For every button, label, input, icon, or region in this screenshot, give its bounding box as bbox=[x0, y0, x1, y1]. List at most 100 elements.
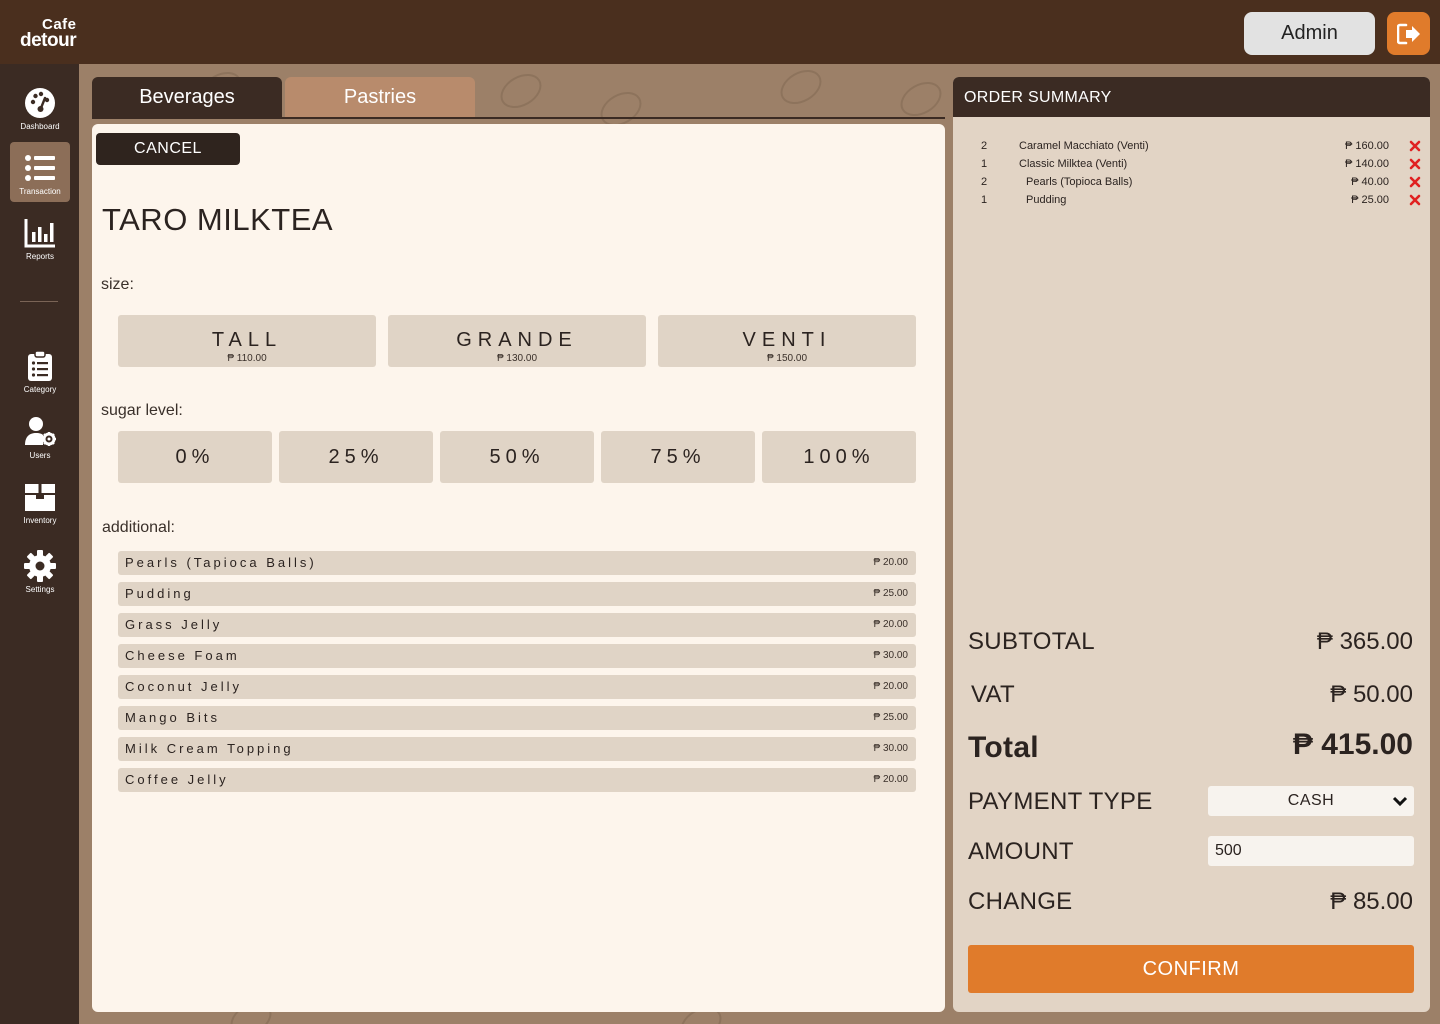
user-gear-icon bbox=[25, 417, 56, 446]
payment-type-select[interactable]: CASH bbox=[1208, 786, 1414, 816]
remove-icon[interactable] bbox=[1409, 176, 1421, 188]
addon-item[interactable]: Grass Jelly ₱ 20.00 bbox=[118, 613, 916, 637]
addon-name: Pearls (Tapioca Balls) bbox=[125, 555, 317, 570]
addon-price: ₱ 20.00 bbox=[873, 557, 908, 568]
size-name: VENTI bbox=[742, 329, 832, 351]
amount-input[interactable] bbox=[1208, 836, 1414, 866]
addon-item[interactable]: Coffee Jelly ₱ 20.00 bbox=[118, 768, 916, 792]
gear-icon bbox=[24, 550, 56, 582]
remove-icon[interactable] bbox=[1409, 194, 1421, 206]
remove-icon[interactable] bbox=[1409, 140, 1421, 152]
size-price: ₱ 110.00 bbox=[227, 353, 267, 364]
subtotal-label: SUBTOTAL bbox=[968, 628, 1095, 655]
top-bar: Cafe detour Admin bbox=[0, 0, 1440, 64]
sidebar-item-users[interactable]: Users bbox=[10, 406, 70, 466]
sidebar-item-transaction[interactable]: Transaction bbox=[10, 142, 70, 202]
bar-chart-icon bbox=[24, 219, 55, 248]
size-option-venti[interactable]: VENTI ₱ 150.00 bbox=[658, 315, 916, 367]
product-title: TARO MILKTEA bbox=[102, 202, 334, 237]
order-line-item: 2 Pearls (Topioca Balls) ₱ 40.00 bbox=[953, 176, 1430, 194]
vat-value: ₱ 50.00 bbox=[1330, 681, 1413, 708]
addon-price: ₱ 20.00 bbox=[873, 619, 908, 630]
order-name: Classic Milktea (Venti) bbox=[1019, 158, 1128, 170]
addon-name: Coffee Jelly bbox=[125, 772, 229, 787]
addon-item[interactable]: Cheese Foam ₱ 30.00 bbox=[118, 644, 916, 668]
sugar-option-0[interactable]: 0% bbox=[118, 431, 272, 483]
vat-label: VAT bbox=[971, 681, 1016, 708]
order-summary-panel: ORDER SUMMARY 2 Caramel Macchiato (Venti… bbox=[953, 77, 1430, 1012]
subtotal-value: ₱ 365.00 bbox=[1316, 628, 1413, 655]
tab-underline bbox=[92, 117, 945, 119]
addon-name: Pudding bbox=[125, 586, 194, 601]
size-option-tall[interactable]: TALL ₱ 110.00 bbox=[118, 315, 376, 367]
addon-price: ₱ 20.00 bbox=[873, 681, 908, 692]
addon-price: ₱ 20.00 bbox=[873, 774, 908, 785]
payment-type-value: CASH bbox=[1287, 792, 1335, 809]
cancel-button[interactable]: CANCEL bbox=[96, 133, 240, 165]
order-line-item: 1 Pudding ₱ 25.00 bbox=[953, 194, 1430, 212]
order-name: Pudding bbox=[1026, 194, 1067, 206]
bean-decoration bbox=[494, 67, 548, 115]
order-price: ₱ 25.00 bbox=[1351, 194, 1389, 206]
sidebar-item-settings[interactable]: Settings bbox=[10, 540, 70, 600]
sidebar-item-dashboard[interactable]: Dashboard bbox=[10, 77, 70, 137]
sidebar-item-reports[interactable]: Reports bbox=[10, 207, 70, 267]
addon-item[interactable]: Milk Cream Topping ₱ 30.00 bbox=[118, 737, 916, 761]
dashboard-icon bbox=[25, 88, 55, 118]
order-price: ₱ 40.00 bbox=[1351, 176, 1389, 188]
sidebar-label-inventory: Inventory bbox=[23, 516, 57, 525]
order-price: ₱ 140.00 bbox=[1344, 158, 1389, 170]
order-line-item: 2 Caramel Macchiato (Venti) ₱ 160.00 bbox=[953, 140, 1430, 158]
box-icon bbox=[25, 484, 55, 511]
order-qty: 1 bbox=[981, 194, 988, 206]
remove-icon[interactable] bbox=[1409, 158, 1421, 170]
sugar-option-50[interactable]: 50% bbox=[440, 431, 594, 483]
confirm-button[interactable]: CONFIRM bbox=[968, 945, 1414, 993]
order-line-item: 1 Classic Milktea (Venti) ₱ 140.00 bbox=[953, 158, 1430, 176]
order-summary-title: ORDER SUMMARY bbox=[953, 77, 1430, 117]
sugar-option-100[interactable]: 100% bbox=[762, 431, 916, 483]
order-qty: 2 bbox=[981, 140, 988, 152]
addon-name: Milk Cream Topping bbox=[125, 741, 294, 756]
sidebar-label-category: Category bbox=[23, 385, 57, 394]
change-label: CHANGE bbox=[968, 888, 1073, 915]
sugar-option-75[interactable]: 75% bbox=[601, 431, 755, 483]
addon-price: ₱ 30.00 bbox=[873, 650, 908, 661]
sidebar-item-category[interactable]: Category bbox=[10, 340, 70, 400]
product-options-panel: CANCEL TARO MILKTEA size: TALL ₱ 110.00 … bbox=[92, 124, 945, 1012]
addon-item[interactable]: Pearls (Tapioca Balls) ₱ 20.00 bbox=[118, 551, 916, 575]
additional-label: additional: bbox=[102, 519, 175, 536]
bean-decoration bbox=[894, 75, 948, 123]
tab-pastries[interactable]: Pastries bbox=[285, 77, 475, 117]
order-qty: 2 bbox=[981, 176, 988, 188]
cafe-detour-logo[interactable]: Cafe detour bbox=[18, 14, 94, 54]
addon-item[interactable]: Mango Bits ₱ 25.00 bbox=[118, 706, 916, 730]
bean-decoration bbox=[774, 64, 828, 111]
order-name: Pearls (Topioca Balls) bbox=[1026, 176, 1133, 188]
admin-button[interactable]: Admin bbox=[1244, 12, 1375, 55]
logo-line-2: detour bbox=[20, 30, 77, 51]
addon-name: Mango Bits bbox=[125, 710, 221, 725]
sidebar-label-transaction: Transaction bbox=[19, 187, 61, 196]
payment-type-label: PAYMENT TYPE bbox=[968, 788, 1153, 815]
addon-name: Grass Jelly bbox=[125, 617, 223, 632]
order-name: Caramel Macchiato (Venti) bbox=[1019, 140, 1149, 152]
logout-button[interactable] bbox=[1387, 12, 1430, 55]
sidebar-label-users: Users bbox=[29, 451, 51, 460]
addon-price: ₱ 25.00 bbox=[873, 712, 908, 723]
size-label: size: bbox=[101, 276, 134, 293]
amount-label: AMOUNT bbox=[968, 838, 1074, 865]
addon-item[interactable]: Coconut Jelly ₱ 20.00 bbox=[118, 675, 916, 699]
sugar-option-25[interactable]: 25% bbox=[279, 431, 433, 483]
sidebar-label-settings: Settings bbox=[25, 585, 55, 594]
addon-price: ₱ 30.00 bbox=[873, 743, 908, 754]
order-qty: 1 bbox=[981, 158, 988, 170]
list-icon bbox=[25, 155, 55, 181]
sugar-level-label: sugar level: bbox=[101, 402, 183, 419]
sidebar-item-inventory[interactable]: Inventory bbox=[10, 471, 70, 531]
addon-item[interactable]: Pudding ₱ 25.00 bbox=[118, 582, 916, 606]
order-price: ₱ 160.00 bbox=[1344, 140, 1389, 152]
addon-name: Coconut Jelly bbox=[125, 679, 243, 694]
tab-beverages[interactable]: Beverages bbox=[92, 77, 282, 117]
size-option-grande[interactable]: GRANDE ₱ 130.00 bbox=[388, 315, 646, 367]
